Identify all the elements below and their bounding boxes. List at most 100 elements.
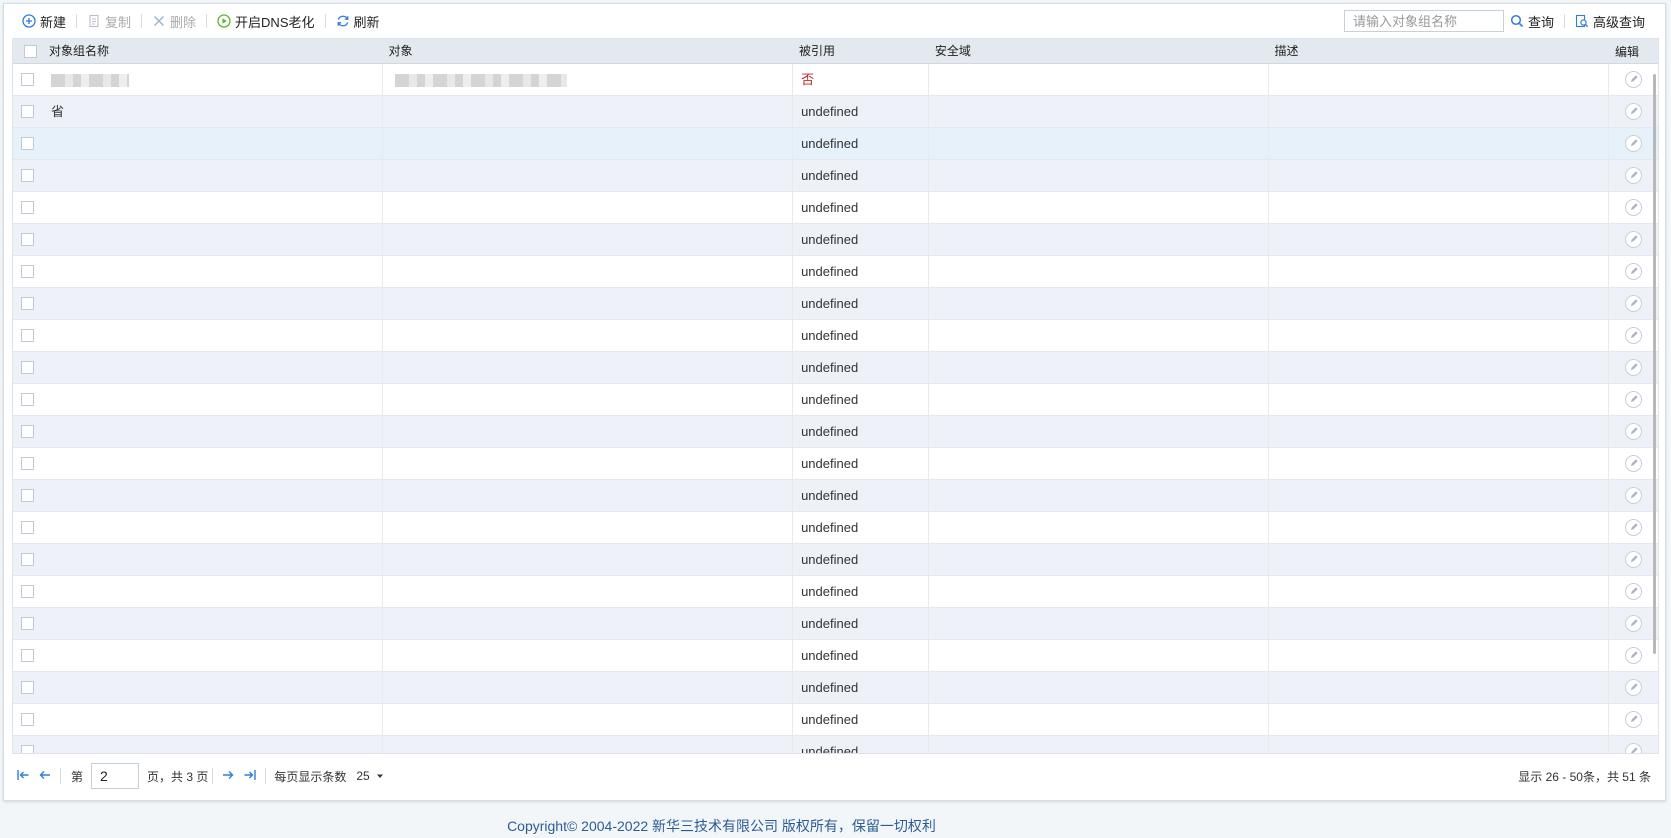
row-checkbox[interactable]	[21, 297, 35, 310]
table-row[interactable]: undefined	[13, 704, 1658, 736]
search-input[interactable]	[1343, 10, 1504, 32]
edit-row-button[interactable]	[1625, 487, 1643, 504]
table-row[interactable]: undefined	[13, 224, 1658, 256]
select-all-checkbox[interactable]	[24, 45, 38, 58]
row-checkbox[interactable]	[21, 329, 35, 342]
row-checkbox[interactable]	[21, 73, 35, 86]
previous-page-button[interactable]	[34, 765, 56, 787]
row-checkbox[interactable]	[21, 713, 35, 726]
row-select-cell	[13, 736, 43, 753]
next-page-button[interactable]	[217, 765, 239, 787]
row-checkbox[interactable]	[21, 489, 35, 502]
table-row[interactable]: 省 undefined	[13, 96, 1658, 128]
cell-referenced: undefined	[793, 128, 929, 159]
table-row[interactable]: undefined	[13, 640, 1658, 672]
edit-row-button[interactable]	[1625, 167, 1643, 184]
query-button[interactable]: 查询	[1504, 10, 1560, 32]
column-header-referenced[interactable]: 被引用	[793, 39, 929, 64]
edit-row-button[interactable]	[1625, 103, 1643, 120]
row-checkbox[interactable]	[21, 265, 35, 278]
table-row[interactable]: undefined	[13, 160, 1658, 192]
refresh-button[interactable]: 刷新	[330, 10, 386, 32]
cell-edit	[1609, 352, 1658, 383]
edit-row-button[interactable]	[1625, 135, 1643, 152]
table-row[interactable]: undefined	[13, 416, 1658, 448]
edit-row-button[interactable]	[1625, 359, 1643, 376]
table-row[interactable]: 否	[13, 64, 1658, 96]
row-checkbox[interactable]	[21, 681, 35, 694]
edit-row-button[interactable]	[1625, 679, 1643, 696]
row-checkbox[interactable]	[21, 457, 35, 470]
new-button[interactable]: 新建	[16, 10, 72, 32]
edit-row-button[interactable]	[1625, 711, 1643, 728]
row-checkbox[interactable]	[21, 521, 35, 534]
column-header-description[interactable]: 描述	[1268, 39, 1609, 64]
table-row[interactable]: undefined	[13, 608, 1658, 640]
pencil-icon	[1629, 96, 1639, 127]
edit-row-button[interactable]	[1625, 423, 1643, 440]
row-checkbox[interactable]	[21, 649, 35, 662]
row-checkbox[interactable]	[21, 233, 35, 246]
edit-row-button[interactable]	[1625, 391, 1643, 408]
advanced-query-button[interactable]: 高级查询	[1569, 10, 1651, 32]
table-row[interactable]: undefined	[13, 192, 1658, 224]
last-page-button[interactable]	[239, 765, 261, 787]
edit-row-button[interactable]	[1625, 455, 1643, 472]
table-row[interactable]: undefined	[13, 544, 1658, 576]
column-header-security-zone[interactable]: 安全域	[929, 39, 1269, 64]
row-checkbox[interactable]	[21, 553, 35, 566]
edit-row-button[interactable]	[1625, 551, 1643, 568]
table-row[interactable]: undefined	[13, 352, 1658, 384]
row-checkbox[interactable]	[21, 137, 35, 150]
table-row[interactable]: undefined	[13, 576, 1658, 608]
edit-row-button[interactable]	[1625, 743, 1643, 753]
delete-button[interactable]: 删除	[146, 10, 202, 32]
table-row[interactable]: undefined	[13, 512, 1658, 544]
page-size-select[interactable]: 25	[356, 769, 383, 783]
current-page-input[interactable]	[91, 763, 140, 789]
table-row[interactable]: undefined	[13, 448, 1658, 480]
table-row[interactable]: undefined	[13, 320, 1658, 352]
edit-row-button[interactable]	[1625, 615, 1643, 632]
table-row[interactable]: undefined	[13, 672, 1658, 704]
vertical-scrollbar[interactable]	[1653, 74, 1656, 654]
column-header-object[interactable]: 对象	[383, 39, 794, 64]
row-checkbox[interactable]	[21, 617, 35, 630]
enable-dns-aging-label: 开启DNS老化	[235, 14, 315, 30]
edit-row-button[interactable]	[1625, 71, 1643, 88]
copy-button[interactable]: 复制	[81, 10, 137, 32]
play-circle-icon	[217, 14, 231, 28]
pencil-icon	[1629, 384, 1639, 415]
cell-security-zone	[929, 736, 1269, 753]
pencil-icon	[1629, 704, 1639, 735]
column-header-name[interactable]: 对象组名称	[43, 39, 383, 64]
row-checkbox[interactable]	[21, 393, 35, 406]
table-row[interactable]: undefined	[13, 384, 1658, 416]
edit-row-button[interactable]	[1625, 647, 1643, 664]
cell-description	[1269, 640, 1610, 671]
edit-row-button[interactable]	[1625, 231, 1643, 248]
row-checkbox[interactable]	[21, 585, 35, 598]
row-checkbox[interactable]	[21, 201, 35, 214]
table-row[interactable]: undefined	[13, 128, 1658, 160]
first-page-button[interactable]	[12, 765, 34, 787]
cell-description	[1269, 352, 1610, 383]
row-checkbox[interactable]	[21, 361, 35, 374]
row-checkbox[interactable]	[21, 169, 35, 182]
edit-row-button[interactable]	[1625, 199, 1643, 216]
edit-row-button[interactable]	[1625, 519, 1643, 536]
table-row[interactable]: undefined	[13, 480, 1658, 512]
table-row[interactable]: undefined	[13, 288, 1658, 320]
table-row[interactable]: undefined	[13, 736, 1658, 753]
row-checkbox[interactable]	[21, 425, 35, 438]
table-row[interactable]: undefined	[13, 256, 1658, 288]
edit-row-button[interactable]	[1625, 327, 1643, 344]
enable-dns-aging-button[interactable]: 开启DNS老化	[211, 10, 320, 32]
pencil-icon	[1629, 544, 1639, 575]
row-checkbox[interactable]	[21, 745, 35, 753]
row-checkbox[interactable]	[21, 105, 35, 118]
toolbar-divider	[324, 14, 326, 28]
edit-row-button[interactable]	[1625, 263, 1643, 280]
edit-row-button[interactable]	[1625, 583, 1643, 600]
edit-row-button[interactable]	[1625, 295, 1643, 312]
